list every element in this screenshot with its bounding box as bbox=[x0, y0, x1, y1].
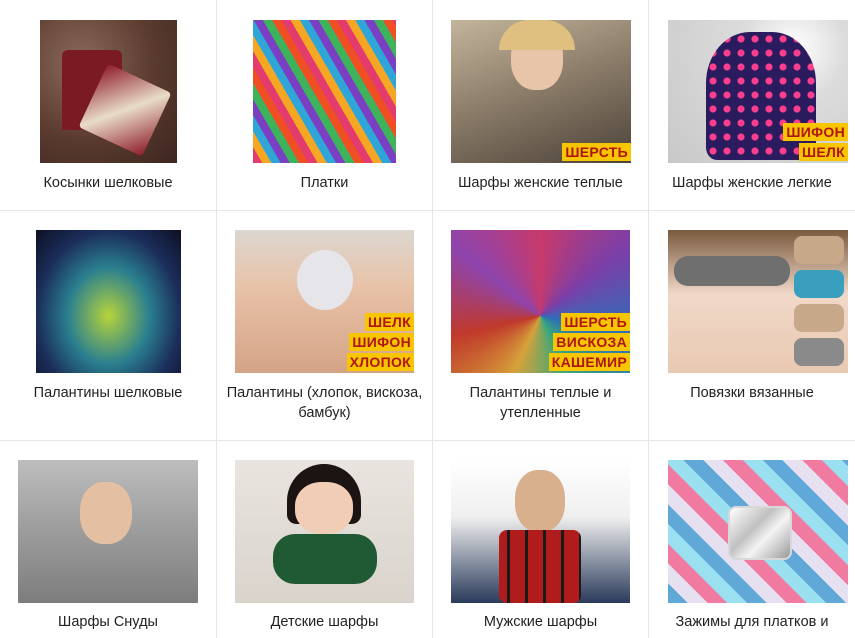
category-label[interactable]: Палантины теплые и утепленные bbox=[437, 383, 644, 423]
category-image[interactable] bbox=[253, 20, 396, 163]
category-image[interactable]: ШЕРСТЬ ВИСКОЗА КАШЕМИР bbox=[451, 230, 630, 373]
material-badges: ШЕРСТЬ ВИСКОЗА КАШЕМИР bbox=[548, 313, 630, 371]
material-badge: КАШЕМИР bbox=[548, 353, 630, 371]
category-image[interactable]: ШИФОН ШЕЛК bbox=[668, 20, 848, 163]
category-card-headbands[interactable]: Повязки вязанные bbox=[649, 211, 855, 441]
clip-shape bbox=[728, 506, 792, 560]
scarf-shape bbox=[273, 534, 377, 584]
category-image[interactable] bbox=[40, 20, 177, 163]
category-card-snoods[interactable]: Шарфы Снуды bbox=[0, 441, 217, 638]
category-label[interactable]: Детские шарфы bbox=[221, 612, 428, 632]
headband-sample bbox=[794, 338, 844, 366]
category-card-silk-stoles[interactable]: Палантины шелковые bbox=[0, 211, 217, 441]
headband-shape bbox=[674, 256, 790, 286]
category-card-light-scarves[interactable]: ШИФОН ШЕЛК Шарфы женские легкие bbox=[649, 0, 855, 211]
category-label[interactable]: Повязки вязанные bbox=[653, 383, 851, 403]
material-badges: ШЕРСТЬ bbox=[562, 143, 631, 161]
material-badge: ШЕЛК bbox=[365, 313, 414, 331]
material-badge: ШЕРСТЬ bbox=[561, 313, 630, 331]
material-badge: ХЛОПОК bbox=[346, 353, 414, 371]
headband-sample bbox=[794, 270, 844, 298]
category-card-warm-scarves[interactable]: ШЕРСТЬ Шарфы женские теплые bbox=[433, 0, 649, 211]
category-label[interactable]: Палантины шелковые bbox=[4, 383, 212, 403]
material-badge: ШЕРСТЬ bbox=[562, 143, 631, 161]
category-image[interactable] bbox=[36, 230, 181, 373]
material-badge: ШЕЛК bbox=[799, 143, 848, 161]
category-image[interactable]: ШЕРСТЬ bbox=[451, 20, 631, 163]
category-label[interactable]: Зажимы для платков и bbox=[653, 612, 851, 632]
category-image[interactable] bbox=[235, 460, 414, 603]
material-badge: ВИСКОЗА bbox=[553, 333, 630, 351]
category-image[interactable] bbox=[451, 460, 630, 603]
material-badge: ШИФОН bbox=[349, 333, 414, 351]
category-label[interactable]: Шарфы женские теплые bbox=[437, 173, 644, 193]
headband-sample bbox=[794, 236, 844, 264]
category-image[interactable] bbox=[668, 460, 848, 603]
category-card-mens-scarves[interactable]: Мужские шарфы bbox=[433, 441, 649, 638]
category-label[interactable]: Шарфы женские легкие bbox=[653, 173, 851, 193]
material-badges: ШЕЛК ШИФОН ХЛОПОК bbox=[346, 313, 414, 371]
category-image[interactable]: ШЕЛК ШИФОН ХЛОПОК bbox=[235, 230, 414, 373]
hair-shape bbox=[499, 20, 575, 50]
category-card-platki[interactable]: Платки bbox=[217, 0, 433, 211]
category-image[interactable] bbox=[668, 230, 848, 373]
category-card-warm-stoles[interactable]: ШЕРСТЬ ВИСКОЗА КАШЕМИР Палантины теплые … bbox=[433, 211, 649, 441]
category-image[interactable] bbox=[18, 460, 198, 603]
face-shape bbox=[515, 470, 565, 532]
category-card-scarf-clips[interactable]: Зажимы для платков и bbox=[649, 441, 855, 638]
scarf-shape bbox=[499, 530, 581, 603]
material-badges: ШИФОН ШЕЛК bbox=[783, 123, 848, 161]
category-label[interactable]: Косынки шелковые bbox=[4, 173, 212, 193]
headband-sample bbox=[794, 304, 844, 332]
category-label[interactable]: Палантины (хлопок, вискоза, бамбук) bbox=[221, 383, 428, 423]
material-badge: ШИФОН bbox=[783, 123, 848, 141]
category-card-cotton-stoles[interactable]: ШЕЛК ШИФОН ХЛОПОК Палантины (хлопок, вис… bbox=[217, 211, 433, 441]
category-label[interactable]: Мужские шарфы bbox=[437, 612, 644, 632]
category-card-kosynki[interactable]: Косынки шелковые bbox=[0, 0, 217, 211]
category-card-kids-scarves[interactable]: Детские шарфы bbox=[217, 441, 433, 638]
category-grid: Косынки шелковые Платки ШЕРСТЬ Шарфы жен… bbox=[0, 0, 855, 638]
category-label[interactable]: Шарфы Снуды bbox=[4, 612, 212, 632]
face-shape bbox=[80, 482, 132, 544]
mannequin-shape bbox=[297, 250, 353, 310]
category-label[interactable]: Платки bbox=[221, 173, 428, 193]
face-shape bbox=[295, 482, 353, 534]
